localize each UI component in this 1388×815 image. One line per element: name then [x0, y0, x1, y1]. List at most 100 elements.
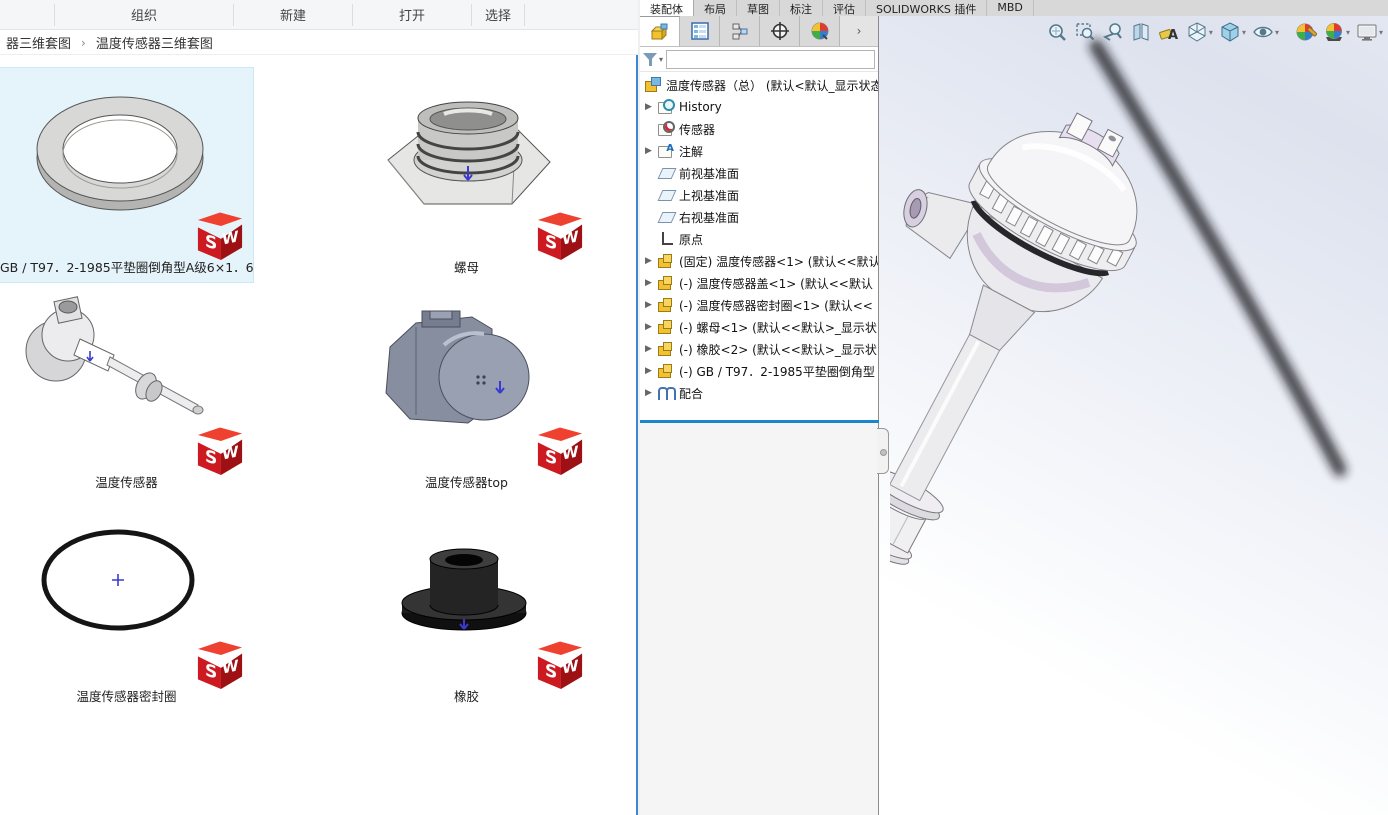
dropdown-caret-icon[interactable]: ▾: [1379, 28, 1383, 37]
dimxpertmanager-icon[interactable]: [760, 16, 800, 46]
expand-arrow-icon[interactable]: ▶: [645, 102, 658, 112]
expand-arrow-icon[interactable]: ▶: [645, 278, 658, 288]
filter-funnel-icon[interactable]: [643, 52, 658, 67]
file-item-label: 螺母: [453, 260, 479, 275]
tree-row-component-nut[interactable]: ▶ (-) 螺母<1> (默认<<默认>_显示状: [640, 316, 878, 338]
tree-row-component-rubber[interactable]: ▶ (-) 橡胶<2> (默认<<默认>_显示状: [640, 338, 878, 360]
edit-appearance-icon[interactable]: [1294, 20, 1318, 44]
file-item-label: 温度传感器top: [425, 475, 508, 490]
file-item-sensor-top[interactable]: S W 温度传感器top: [340, 283, 593, 497]
file-item-label: GB / T97．2-1985平垫圈倒角型A级6×1．6: [0, 260, 254, 275]
configurationmanager-icon[interactable]: [720, 16, 760, 46]
feature-tree: 温度传感器（总） (默认<默认_显示状态 ▶ History ▶ 传感器 ▶ 注…: [640, 72, 878, 404]
tab-evaluate[interactable]: 评估: [823, 0, 866, 16]
propertymanager-icon[interactable]: [680, 16, 720, 46]
tree-row-front-plane[interactable]: ▶ 前视基准面: [640, 162, 878, 184]
annotation-view-icon[interactable]: A: [1157, 20, 1181, 44]
tree-row-assembly-root[interactable]: 温度传感器（总） (默认<默认_显示状态: [640, 74, 878, 96]
tree-row-component-sensor[interactable]: ▶ (固定) 温度传感器<1> (默认<<默认: [640, 250, 878, 272]
expand-arrow-icon[interactable]: ▶: [645, 388, 658, 398]
screen: 组织 新建 打开 选择 器三维套图 › 温度传感器三维套图 S W GB / T…: [0, 0, 1388, 815]
tree-row-sensors[interactable]: ▶ 传感器: [640, 118, 878, 140]
dropdown-caret-icon[interactable]: ▾: [1242, 28, 1246, 37]
dropdown-caret-icon[interactable]: ▾: [1209, 28, 1213, 37]
solidworks-file-badge: S W: [536, 427, 584, 475]
hide-show-items-icon[interactable]: ▾: [1251, 20, 1280, 44]
organize-button[interactable]: 组织: [55, 5, 233, 24]
zoom-to-fit-icon[interactable]: [1045, 20, 1069, 44]
dropdown-caret-icon[interactable]: ▾: [1346, 28, 1350, 37]
rubber-thumbnail: [401, 548, 527, 631]
tab-layout[interactable]: 布局: [694, 0, 737, 16]
history-folder-icon: [658, 99, 675, 115]
solidworks-file-badge: S W: [536, 212, 584, 260]
svg-text:A: A: [1168, 28, 1178, 43]
expand-arrow-icon[interactable]: ▶: [645, 146, 658, 156]
tree-row-history[interactable]: ▶ History: [640, 96, 878, 118]
toolbar-separator: [524, 3, 525, 26]
plane-icon: [658, 209, 675, 225]
breadcrumb-separator-icon: ›: [81, 35, 86, 50]
expand-arrow-icon[interactable]: ▶: [645, 300, 658, 310]
filter-caret-icon[interactable]: ▾: [659, 55, 663, 64]
apply-scene-icon[interactable]: ▾: [1322, 20, 1351, 44]
tree-row-component-cover[interactable]: ▶ (-) 温度传感器盖<1> (默认<<默认: [640, 272, 878, 294]
tab-sketch[interactable]: 草图: [737, 0, 780, 16]
display-style-icon[interactable]: ▾: [1218, 20, 1247, 44]
manager-tab-overflow-chevron[interactable]: ›: [840, 16, 878, 46]
manager-tab-bar: ›: [640, 16, 878, 47]
expand-arrow-icon[interactable]: ▶: [645, 366, 658, 376]
expand-arrow-icon[interactable]: ▶: [645, 344, 658, 354]
tree-row-component-seal[interactable]: ▶ (-) 温度传感器密封圈<1> (默认<<: [640, 294, 878, 316]
file-item-washer[interactable]: S W GB / T97．2-1985平垫圈倒角型A级6×1．6: [0, 67, 254, 283]
open-button[interactable]: 打开: [353, 5, 471, 24]
solidworks-file-badge: S W: [196, 212, 244, 260]
tree-row-annotations[interactable]: ▶ 注解: [640, 140, 878, 162]
file-item-nut[interactable]: S W 螺母: [340, 68, 593, 282]
solidworks-file-badge: S W: [536, 641, 584, 689]
part-icon: [658, 363, 675, 379]
expand-arrow-icon[interactable]: ▶: [645, 322, 658, 332]
solidworks-file-badge: S W: [196, 641, 244, 689]
breadcrumb-current[interactable]: 温度传感器三维套图: [92, 33, 217, 52]
view-orientation-icon[interactable]: ▾: [1185, 20, 1214, 44]
tab-markup[interactable]: 标注: [780, 0, 823, 16]
tree-row-mates[interactable]: ▶ 配合: [640, 382, 878, 404]
tab-mbd[interactable]: MBD: [987, 0, 1034, 16]
mates-paperclip-icon: [658, 385, 676, 401]
nut-thumbnail: [387, 101, 551, 205]
part-icon: [658, 297, 675, 313]
file-item-rubber[interactable]: S W 橡胶: [340, 497, 593, 711]
previous-view-icon[interactable]: [1101, 20, 1125, 44]
new-button[interactable]: 新建: [234, 5, 352, 24]
featuremanager-tree-icon[interactable]: [640, 16, 680, 46]
file-item-temperature-sensor[interactable]: S W 温度传感器: [0, 283, 253, 497]
tab-assembly[interactable]: 装配体: [640, 0, 694, 16]
expand-arrow-icon[interactable]: ▶: [645, 256, 658, 266]
dropdown-caret-icon[interactable]: ▾: [1275, 28, 1279, 37]
breadcrumb-parent[interactable]: 器三维套图: [2, 33, 75, 52]
panel-splitter-handle[interactable]: [877, 428, 889, 474]
tree-row-origin[interactable]: ▶ 原点: [640, 228, 878, 250]
panel-empty-area: [640, 423, 878, 815]
section-view-icon[interactable]: [1129, 20, 1153, 44]
zoom-to-area-icon[interactable]: [1073, 20, 1097, 44]
shadow-streak: [890, 39, 1347, 565]
displaymanager-icon[interactable]: [800, 16, 840, 46]
plane-icon: [658, 187, 675, 203]
select-button[interactable]: 选择: [472, 5, 524, 24]
assembly-icon: [645, 77, 662, 93]
sensors-folder-icon: [658, 121, 675, 137]
tree-filter-input[interactable]: [666, 49, 875, 69]
file-item-label: 橡胶: [453, 689, 479, 704]
tab-solidworks-addins[interactable]: SOLIDWORKS 插件: [866, 0, 988, 16]
solidworks-window: 装配体 布局 草图 标注 评估 SOLIDWORKS 插件 MBD A ▾ ▾ …: [640, 0, 1388, 815]
tree-row-component-washer[interactable]: ▶ (-) GB / T97．2-1985平垫圈倒角型: [640, 360, 878, 382]
view-settings-icon[interactable]: ▾: [1355, 20, 1384, 44]
file-item-seal-ring[interactable]: S W 温度传感器密封圈: [0, 497, 253, 711]
breadcrumb: 器三维套图 › 温度传感器三维套图: [0, 31, 640, 55]
tree-row-right-plane[interactable]: ▶ 右视基准面: [640, 206, 878, 228]
tree-row-top-plane[interactable]: ▶ 上视基准面: [640, 184, 878, 206]
sensor-top-thumbnail: [385, 310, 530, 424]
headsup-view-toolbar: A ▾ ▾ ▾ ▾ ▾: [1045, 20, 1384, 44]
